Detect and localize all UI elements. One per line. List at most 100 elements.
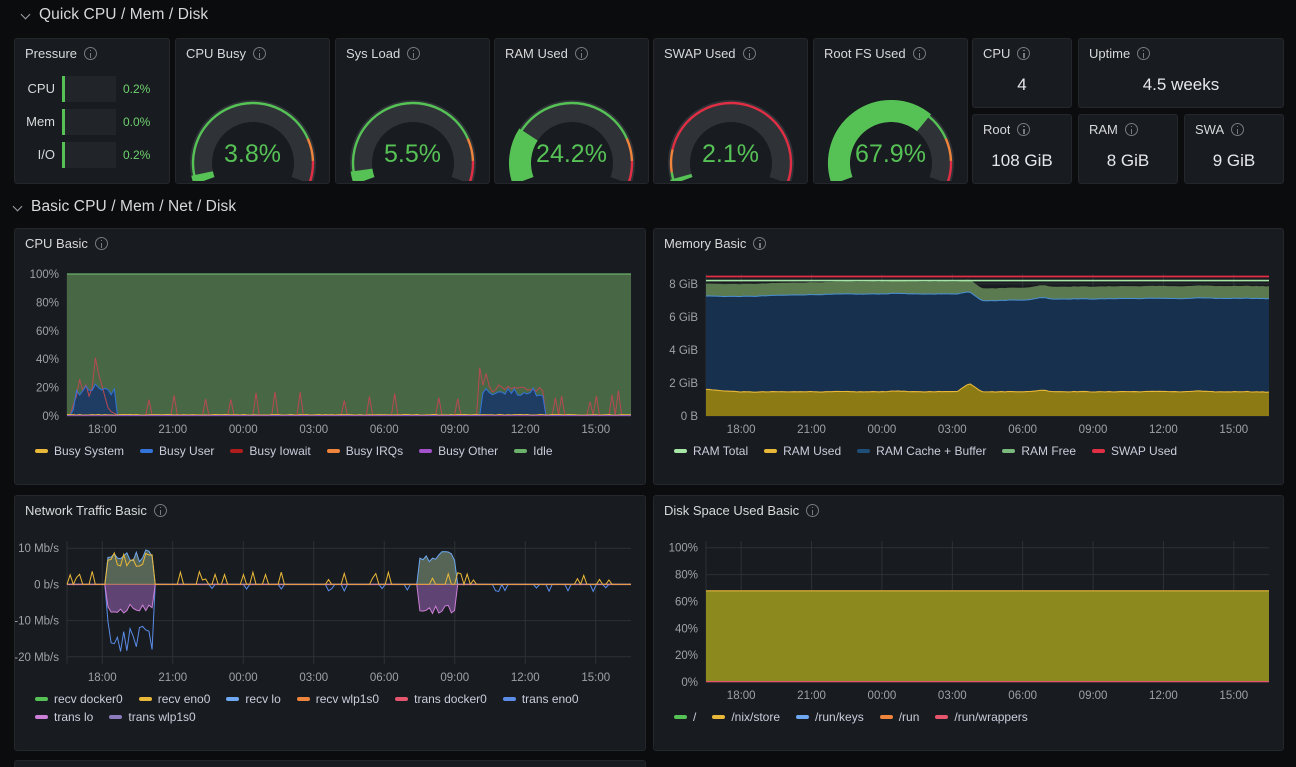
svg-text:18:00: 18:00 bbox=[727, 424, 756, 436]
bargauge-track bbox=[62, 108, 116, 135]
legend-label: trans docker0 bbox=[414, 692, 487, 706]
legend-label: recv docker0 bbox=[54, 692, 123, 706]
legend-color-swatch bbox=[230, 449, 244, 453]
svg-text:12:00: 12:00 bbox=[511, 424, 540, 436]
legend-color-swatch bbox=[935, 715, 949, 719]
info-icon[interactable] bbox=[1137, 47, 1151, 60]
legend-item[interactable]: trans eno0 bbox=[502, 692, 579, 706]
bargauge-value: 0.0% bbox=[123, 114, 151, 129]
info-icon[interactable] bbox=[1231, 123, 1245, 136]
info-icon[interactable] bbox=[753, 237, 767, 250]
info-icon[interactable] bbox=[252, 47, 266, 60]
legend-color-swatch bbox=[1002, 449, 1016, 453]
info-icon[interactable] bbox=[153, 504, 167, 517]
info-icon[interactable] bbox=[407, 47, 421, 60]
svg-text:2 GiB: 2 GiB bbox=[669, 378, 698, 390]
svg-text:03:00: 03:00 bbox=[299, 424, 328, 436]
row-header-basic[interactable]: Basic CPU / Mem / Net / Disk bbox=[0, 192, 236, 222]
chart-legend: / /nix/store/run/keys/run/run/wrappers bbox=[654, 706, 1283, 750]
row-header-quick[interactable]: Quick CPU / Mem / Disk bbox=[8, 0, 1288, 30]
legend-item[interactable]: / bbox=[674, 710, 696, 724]
info-icon[interactable] bbox=[574, 47, 588, 60]
svg-text:10 Mb/s: 10 Mb/s bbox=[18, 543, 59, 555]
svg-text:00:00: 00:00 bbox=[229, 672, 258, 684]
info-icon[interactable] bbox=[84, 47, 98, 60]
legend-item[interactable]: recv lo bbox=[226, 692, 281, 706]
info-icon[interactable] bbox=[94, 237, 108, 250]
legend-item[interactable]: trans wlp1s0 bbox=[109, 710, 196, 724]
panel-stat-ram: RAM 8 GiB bbox=[1078, 114, 1178, 184]
svg-text:12:00: 12:00 bbox=[1149, 690, 1178, 702]
panel-title-text: SWAP Used bbox=[664, 46, 736, 61]
legend-item[interactable]: /run/wrappers bbox=[935, 710, 1028, 724]
legend-color-swatch bbox=[674, 715, 687, 719]
legend-item[interactable]: recv wlp1s0 bbox=[296, 692, 379, 706]
legend-label: recv lo bbox=[245, 692, 281, 706]
legend-item[interactable]: Idle bbox=[514, 444, 553, 458]
info-icon[interactable] bbox=[912, 47, 926, 60]
legend-color-swatch bbox=[140, 449, 154, 453]
panel-header: Memory Basic bbox=[654, 229, 1283, 258]
legend-item[interactable]: recv eno0 bbox=[138, 692, 210, 706]
svg-text:18:00: 18:00 bbox=[727, 690, 756, 702]
legend-item[interactable]: SWAP Used bbox=[1092, 444, 1177, 458]
svg-text:100%: 100% bbox=[669, 543, 698, 555]
info-icon[interactable] bbox=[742, 47, 756, 60]
svg-text:06:00: 06:00 bbox=[370, 424, 399, 436]
svg-text:-10 Mb/s: -10 Mb/s bbox=[15, 616, 59, 628]
legend-label: /nix/store bbox=[731, 710, 781, 724]
legend-label: Busy User bbox=[159, 444, 215, 458]
svg-text:06:00: 06:00 bbox=[1008, 424, 1037, 436]
legend-item[interactable]: Busy System bbox=[35, 444, 124, 458]
legend-label: trans lo bbox=[54, 710, 94, 724]
panel-network-traffic-basic: Network Traffic Basic -20 Mb/s -10 Mb/s 0 … bbox=[14, 495, 646, 751]
svg-text:40%: 40% bbox=[36, 354, 59, 366]
svg-text:60%: 60% bbox=[675, 596, 698, 608]
legend-item[interactable]: trans docker0 bbox=[395, 692, 487, 706]
legend-item[interactable]: RAM Free bbox=[1002, 444, 1076, 458]
legend-item[interactable]: recv docker0 bbox=[35, 692, 123, 706]
panel-header: SWAP Used bbox=[654, 39, 807, 68]
bargauge-track bbox=[62, 75, 116, 102]
svg-text:8 GiB: 8 GiB bbox=[669, 279, 698, 291]
legend-item[interactable]: Busy Other bbox=[419, 444, 498, 458]
legend-item[interactable]: RAM Cache + Buffer bbox=[857, 444, 986, 458]
info-icon[interactable] bbox=[1124, 123, 1138, 136]
svg-text:0%: 0% bbox=[681, 677, 698, 689]
legend-color-swatch bbox=[226, 697, 240, 701]
legend-item[interactable]: RAM Used bbox=[764, 444, 841, 458]
panel-next-row-partial bbox=[14, 760, 646, 767]
svg-text:21:00: 21:00 bbox=[797, 690, 826, 702]
legend-item[interactable]: /run bbox=[879, 710, 919, 724]
svg-text:09:00: 09:00 bbox=[440, 672, 469, 684]
grafana-dashboard: Quick CPU / Mem / Disk Pressure CPU 0.2%… bbox=[0, 0, 1296, 767]
legend-item[interactable]: trans lo bbox=[35, 710, 93, 724]
legend-item[interactable]: /run/keys bbox=[796, 710, 864, 724]
legend-item[interactable]: RAM Total bbox=[674, 444, 748, 458]
legend-color-swatch bbox=[296, 697, 310, 701]
legend-item[interactable]: Busy User bbox=[140, 444, 214, 458]
info-icon[interactable] bbox=[806, 504, 820, 517]
gauge-value: 2.1% bbox=[702, 140, 759, 168]
bargauge-label: CPU bbox=[27, 81, 55, 96]
panel-title-text: RAM Used bbox=[505, 46, 568, 61]
legend-color-swatch bbox=[109, 715, 123, 719]
legend-label: RAM Cache + Buffer bbox=[876, 444, 987, 458]
legend-item[interactable]: /nix/store bbox=[712, 710, 780, 724]
legend-color-swatch bbox=[796, 715, 810, 719]
bargauge-row: Mem 0.0% bbox=[21, 105, 159, 138]
legend-item[interactable]: Busy IRQs bbox=[326, 444, 403, 458]
svg-text:100%: 100% bbox=[30, 269, 59, 281]
legend-label: Idle bbox=[533, 444, 553, 458]
legend-label: SWAP Used bbox=[1111, 444, 1178, 458]
legend-item[interactable]: Busy Iowait bbox=[230, 444, 311, 458]
info-icon[interactable] bbox=[1017, 123, 1031, 136]
info-icon[interactable] bbox=[1017, 47, 1031, 60]
panel-swap-used: SWAP Used 2.1% bbox=[653, 38, 808, 184]
svg-text:4 GiB: 4 GiB bbox=[669, 345, 698, 357]
legend-color-swatch bbox=[395, 697, 409, 701]
legend-color-swatch bbox=[857, 449, 871, 453]
panel-header: CPU Busy bbox=[176, 39, 329, 68]
gauge-root-fs-used: 67.9% bbox=[814, 68, 967, 183]
svg-text:20%: 20% bbox=[675, 650, 698, 662]
